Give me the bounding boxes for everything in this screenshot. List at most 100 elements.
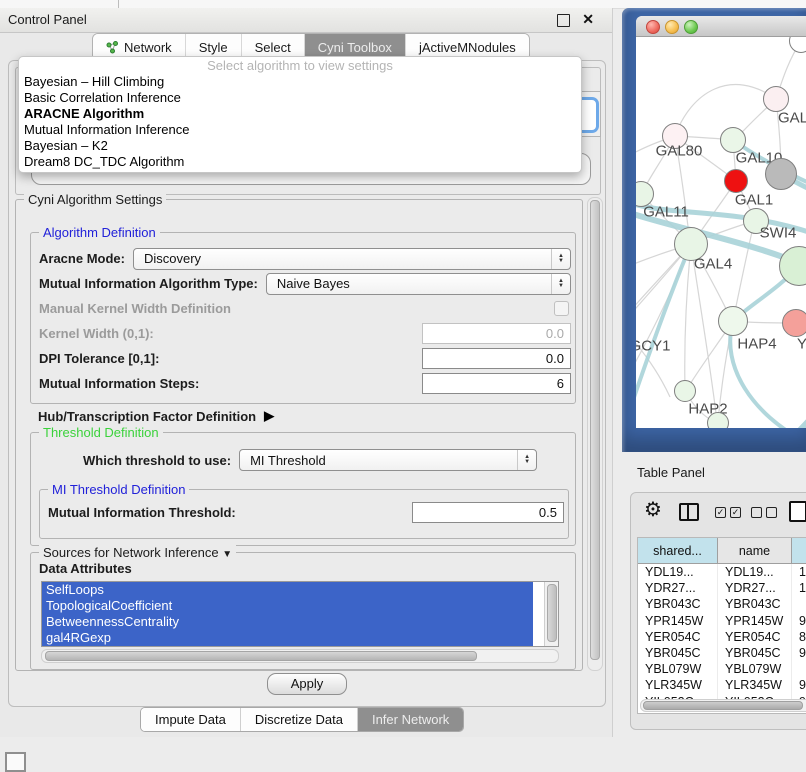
hub-definition-toggle[interactable]: Hub/Transcription Factor Definition ▶ [38,408,274,424]
manual-kernel-label: Manual Kernel Width Definition [39,301,231,316]
scrollbar-thumb[interactable] [547,584,557,642]
tab-infer-network[interactable]: Infer Network [358,708,463,731]
which-threshold-select[interactable]: MI Threshold ▲▼ [239,449,537,471]
screen: Control Panel ✕ NetworkStyleSelectCyni T… [0,0,806,762]
table-cell [792,661,806,677]
table-cell: YBR045C [718,645,792,661]
table-row[interactable]: YBR045CYBR045C9. [638,645,806,661]
table-cell: YPR145W [638,613,718,629]
tab-discretize-data[interactable]: Discretize Data [241,708,358,731]
table-cell: YER054C [718,629,792,645]
aracne-mode-select[interactable]: Discovery ▲▼ [133,248,571,270]
mi-threshold-label: Mutual Information Threshold: [48,505,236,520]
network-canvas[interactable]: GALGAL80GAL10GAL1GAL11SWI4GAL4GCY1HAP4YH… [636,37,806,428]
table-cell: YBR043C [638,596,718,612]
table-cell: YBR043C [718,596,792,612]
network-view-window: GALGAL80GAL10GAL1GAL11SWI4GAL4GCY1HAP4YH… [622,8,806,452]
minimize-button[interactable] [665,20,679,34]
close-icon[interactable]: ✕ [582,11,594,28]
node-label: GCY1 [636,338,670,355]
table-row[interactable]: YPR145WYPR145W9. [638,613,806,629]
network-node-hap2[interactable] [674,380,696,402]
table-cell: YDR27... [638,580,718,596]
attribute-list-item[interactable]: SelfLoops [42,582,533,598]
network-view-frame: GALGAL80GAL10GAL1GAL11SWI4GAL4GCY1HAP4YH… [636,16,806,428]
sources-toggle[interactable]: Sources for Network Inference ▼ [39,545,236,560]
table-row[interactable]: YER054CYER054C8. [638,629,806,645]
table-row[interactable]: YDR27...YDR27...12 [638,580,806,596]
attribute-list-item[interactable]: BetweennessCentrality [42,614,533,630]
dropdown-item[interactable]: Bayesian – K2 [19,138,581,154]
column-header[interactable]: name [718,538,792,563]
export-table-icon[interactable] [789,501,806,522]
attribute-list-item[interactable]: gal4RGexp [42,630,533,646]
scrollbar-thumb[interactable] [590,200,600,660]
dropdown-item[interactable]: Basic Correlation Inference [19,90,581,106]
attribute-listbox: SelfLoopsTopologicalCoefficientBetweenne… [41,581,559,647]
table-cell: YER054C [638,629,718,645]
table-cell: YBL079W [718,661,792,677]
group-title: Cyni Algorithm Settings [24,192,166,207]
dropdown-item[interactable]: Bayesian – Hill Climbing [19,74,581,90]
float-icon[interactable] [557,14,570,27]
expand-down-icon: ▼ [222,549,232,560]
table-cell: YDR27... [718,580,792,596]
list-horizontal-scrollbar[interactable] [41,649,559,663]
network-node-y[interactable] [782,309,806,337]
network-node[interactable] [765,158,797,190]
table-body: YDL19...YDL19...13YDR27...YDR27...12YBR0… [638,564,806,700]
list-vertical-scrollbar[interactable] [544,582,558,646]
node-label: GAL [778,110,806,127]
deselect-all-icon[interactable] [751,507,777,518]
table-horizontal-scrollbar[interactable] [640,699,806,712]
spinner-arrows-icon: ▲▼ [551,274,570,294]
node-label: SWI4 [760,225,797,242]
scrollbar-thumb[interactable] [45,651,477,661]
dropdown-item[interactable]: ARACNE Algorithm [19,106,581,122]
mi-steps-label: Mutual Information Steps: [39,376,199,391]
algorithm-dropdown: Select algorithm to view settings Bayesi… [18,56,582,173]
table-row[interactable]: YBL079WYBL079W [638,661,806,677]
hub-definition-label: Hub/Transcription Factor Definition [38,409,256,424]
column-header[interactable]: shared... [638,538,718,563]
group-title: MI Threshold Definition [48,482,189,497]
dpi-tolerance-label: DPI Tolerance [0,1]: [39,351,159,366]
restore-panel-icon[interactable] [5,752,26,772]
scrollbar-thumb[interactable] [643,701,803,710]
attribute-list-item[interactable]: TopologicalCoefficient [42,598,533,614]
network-node[interactable] [707,412,729,428]
table-row[interactable]: YDL19...YDL19...13 [638,564,806,580]
settings-vertical-scrollbar[interactable] [587,197,603,671]
tab-impute-data[interactable]: Impute Data [141,708,241,731]
dpi-tolerance-field[interactable]: 0.0 [422,348,571,369]
apply-button[interactable]: Apply [267,673,347,695]
select-all-icon[interactable]: ✓✓ [715,507,741,518]
table-cell: 9. [792,613,806,629]
mi-steps-field[interactable]: 6 [422,373,571,394]
network-node-hap4[interactable] [718,306,748,336]
network-node-gal[interactable] [763,86,789,112]
cyni-algorithm-settings-group: Cyni Algorithm Settings Algorithm Defini… [15,199,583,671]
table-cell: 12 [792,580,806,596]
table-cell: YLR345W [638,677,718,693]
close-button[interactable] [646,20,660,34]
mi-type-select[interactable]: Naive Bayes ▲▼ [266,273,571,295]
control-panel-titlebar: Control Panel ✕ [0,8,612,33]
kernel-width-field: 0.0 [422,323,571,344]
mi-threshold-field[interactable]: 0.5 [412,502,564,523]
split-column-icon[interactable] [679,503,699,521]
table-row[interactable]: YLR345WYLR345W9. [638,677,806,693]
table-cell: 8. [792,629,806,645]
node-label: GAL1 [735,192,773,209]
network-node-gal1[interactable] [724,169,748,193]
gear-icon[interactable]: ⚙ [644,500,662,520]
column-header[interactable]: A [792,538,806,563]
dropdown-item[interactable]: Mutual Information Inference [19,122,581,138]
dropdown-item[interactable]: Dream8 DC_TDC Algorithm [19,154,581,170]
zoom-button[interactable] [684,20,698,34]
node-label: GAL11 [643,204,689,221]
which-threshold-label: Which threshold to use: [83,453,231,468]
table-cell: YBR045C [638,645,718,661]
kernel-width-label: Kernel Width (0,1): [39,326,154,341]
table-row[interactable]: YBR043CYBR043C [638,596,806,612]
